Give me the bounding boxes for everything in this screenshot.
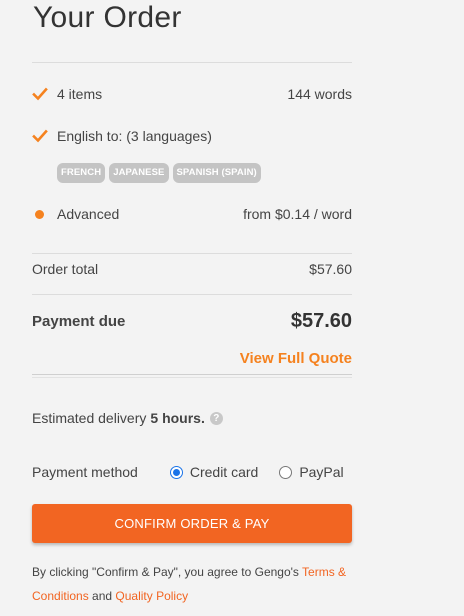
view-full-quote-link[interactable]: View Full Quote <box>240 350 352 367</box>
word-count: 144 words <box>287 86 352 102</box>
language-tag: FRENCH <box>57 163 106 183</box>
order-total-value: $57.60 <box>309 261 352 277</box>
checkmark-icon <box>32 87 48 101</box>
divider <box>32 62 352 63</box>
quote-link-wrap: View Full Quote <box>32 350 352 370</box>
terms-middle: and <box>88 589 116 603</box>
terms-prefix: By clicking "Confirm & Pay", you agree t… <box>32 565 303 579</box>
delivery-value: 5 hours. <box>150 410 205 426</box>
items-count: 4 items <box>57 86 103 102</box>
quality-policy-link[interactable]: Quality Policy <box>115 589 188 603</box>
terms-text: By clicking "Confirm & Pay", you agree t… <box>32 560 362 608</box>
divider <box>32 374 352 375</box>
credit-card-radio[interactable] <box>169 465 183 479</box>
payment-method-row: Payment method Credit card PayPal <box>32 461 352 483</box>
paypal-option[interactable]: PayPal <box>279 464 344 480</box>
tier-price: from $0.14 / word <box>243 206 352 222</box>
divider <box>32 377 352 378</box>
payment-due-label: Payment due <box>32 312 126 330</box>
delivery-label: Estimated delivery <box>32 410 147 426</box>
checkmark-icon <box>32 129 48 143</box>
help-icon[interactable]: ? <box>209 411 223 425</box>
payment-due-row: Payment due $57.60 <box>32 309 352 333</box>
divider <box>32 294 352 295</box>
language-tag: SPANISH (SPAIN) <box>172 163 261 183</box>
items-row: 4 items 144 words <box>32 83 352 105</box>
credit-card-label: Credit card <box>189 464 259 480</box>
tier-dot-icon <box>35 209 44 219</box>
translation-label: English to: (3 languages) <box>57 128 212 144</box>
order-total-label: Order total <box>32 261 99 277</box>
credit-card-option[interactable]: Credit card <box>169 464 259 480</box>
delivery-row: Estimated delivery 5 hours. ? <box>32 407 352 429</box>
language-tag: JAPANESE <box>109 163 169 183</box>
confirm-order-button[interactable]: CONFIRM ORDER & PAY <box>32 504 352 543</box>
languages-row: English to: (3 languages) <box>32 125 352 147</box>
payment-due-value: $57.60 <box>290 309 352 332</box>
order-total-row: Order total $57.60 <box>32 258 352 280</box>
page-title: Your Order <box>33 1 182 34</box>
payment-method-label: Payment method <box>32 464 138 480</box>
language-tags: FRENCH JAPANESE SPANISH (SPAIN) <box>57 163 261 183</box>
paypal-label: PayPal <box>299 464 344 480</box>
paypal-radio[interactable] <box>279 465 293 479</box>
tier-row: Advanced from $0.14 / word <box>32 203 352 225</box>
tier-label: Advanced <box>57 206 120 222</box>
divider <box>32 253 352 254</box>
